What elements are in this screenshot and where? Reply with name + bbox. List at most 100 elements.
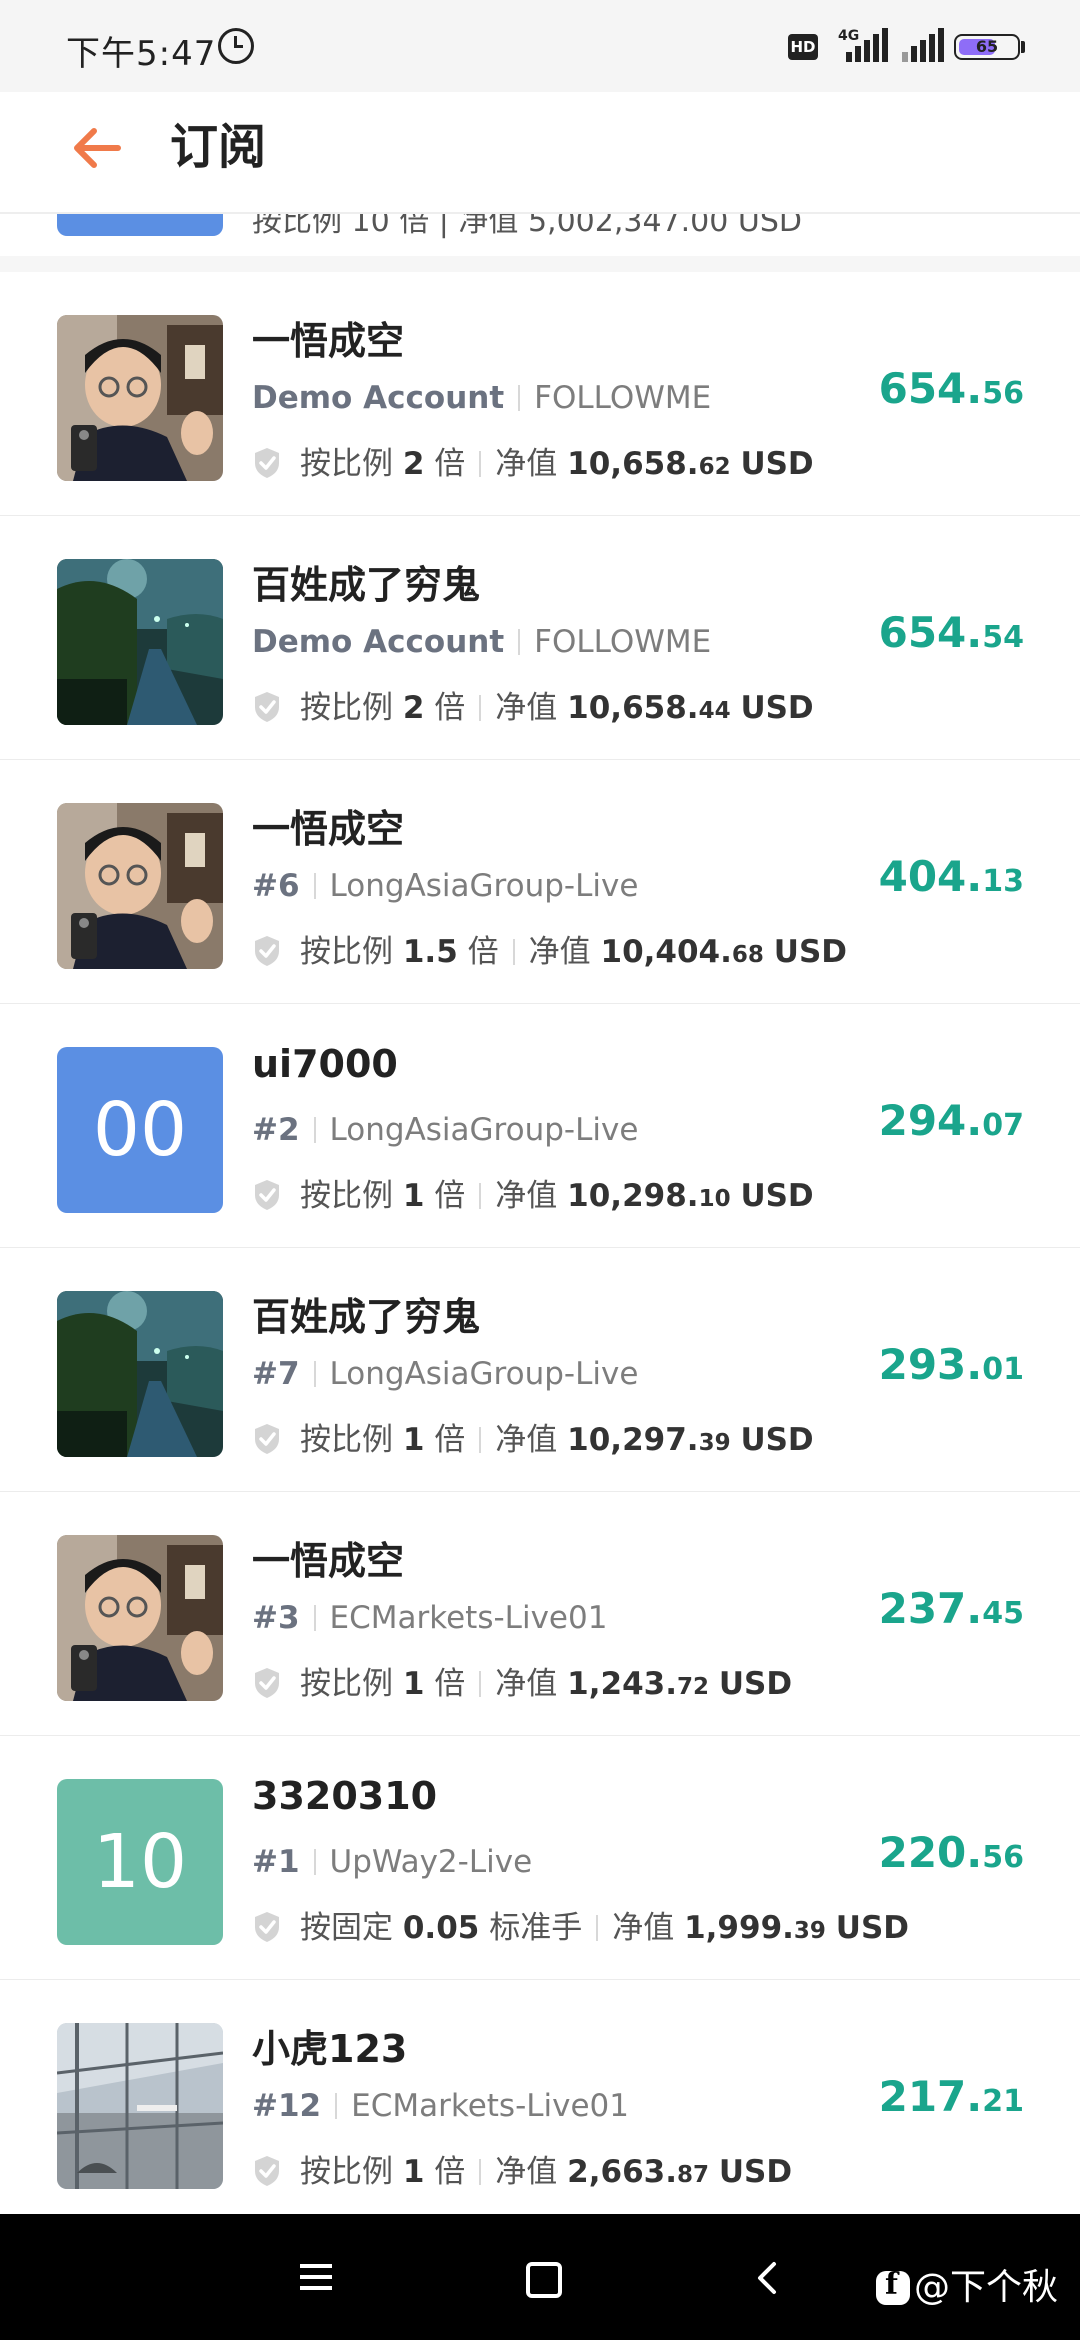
shield-check-icon [252, 690, 282, 724]
profit-integer: 654. [878, 364, 983, 413]
equity-label: 净值 [612, 1910, 675, 1946]
copy-unit: 倍 [434, 446, 466, 482]
trader-name: 一悟成空 [252, 1539, 405, 1583]
copy-settings: 按比例 2 倍净值 10,658.44 USD [252, 682, 814, 727]
profit-decimals: 01 [982, 1352, 1024, 1387]
separator [479, 2159, 482, 2185]
equity-label: 净值 [495, 446, 558, 482]
separator [313, 1605, 316, 1631]
trader-name: 小虎123 [252, 2027, 408, 2071]
trader-name: 百姓成了穷鬼 [252, 1295, 481, 1339]
profit-decimals: 21 [982, 2084, 1024, 2119]
menu-icon[interactable] [300, 2264, 332, 2290]
currency: USD [773, 934, 848, 970]
copy-mode: 按比例 [300, 1178, 393, 1214]
server-name: LongAsiaGroup-Live [329, 868, 639, 904]
battery-icon: 65 [954, 34, 1020, 60]
copy-ratio: 0.05 [402, 1910, 480, 1946]
list-item[interactable]: 一悟成空 #3 ECMarkets-Live01 按比例 1 倍净值 1,243.72… [0, 1492, 1080, 1736]
shield-check-icon [252, 1910, 282, 1944]
list-item[interactable]: 10 3320310 #1 UpWay2-Live 按固定 0.05 标准手 净值 1,9… [0, 1736, 1080, 1980]
equity-decimals: 39 [698, 1430, 731, 1456]
profit-decimals: 07 [982, 1108, 1024, 1143]
shield-check-icon [252, 1178, 282, 1212]
shield-check-icon [252, 934, 282, 968]
arrow-left-icon[interactable] [68, 118, 128, 178]
back-triangle-icon[interactable] [752, 2260, 784, 2296]
avatar [57, 214, 223, 236]
account-tag: #12 [252, 2088, 322, 2124]
copy-unit: 倍 [434, 2154, 466, 2190]
currency: USD [740, 446, 814, 482]
copy-settings: 按比例 2 倍净值 10,658.62 USD [252, 438, 814, 483]
list-item[interactable]: 一悟成空 Demo Account FOLLOWME 按比例 2 倍净值 10,658… [0, 272, 1080, 516]
profit-decimals: 56 [982, 376, 1024, 411]
copy-unit: 倍 [434, 1666, 466, 1702]
profit-decimals: 56 [982, 1840, 1024, 1875]
separator [313, 1849, 316, 1875]
server-name: FOLLOWME [534, 624, 712, 660]
copy-settings: 按固定 0.05 标准手 净值 1,999.39 USD [252, 1902, 909, 1947]
avatar-initials: 10 [92, 1819, 188, 1905]
account-info: #1 UpWay2-Live [252, 1844, 532, 1880]
list-item[interactable]: 百姓成了穷鬼 #7 LongAsiaGroup-Live 按比例 1 倍净值 10,2… [0, 1248, 1080, 1492]
copy-unit: 倍 [434, 1178, 466, 1214]
copy-unit: 标准手 [489, 1910, 583, 1946]
equity-decimals: 72 [677, 1674, 710, 1700]
copy-ratio: 1 [402, 2154, 425, 2190]
account-info: #6 LongAsiaGroup-Live [252, 868, 638, 904]
avatar [57, 1291, 223, 1457]
copy-mode: 按比例 [300, 2154, 393, 2190]
list-item[interactable]: 00 ui7000 #2 LongAsiaGroup-Live 按比例 1 倍净值 10… [0, 1004, 1080, 1248]
copy-ratio: 2 [402, 446, 425, 482]
equity-value: 1,999. [684, 1910, 794, 1946]
copy-settings: 按比例 1 倍净值 1,243.72 USD [252, 1658, 792, 1703]
system-nav-bar: @下个秋 [0, 2214, 1080, 2340]
copy-ratio: 1 [402, 1666, 425, 1702]
profit-value: 293.01 [879, 1340, 1024, 1389]
separator [512, 939, 515, 965]
equity-label: 净值 [495, 1666, 558, 1702]
list-item[interactable]: 小虎123 #12 ECMarkets-Live01 按比例 1 倍净值 2,663.… [0, 1980, 1080, 2214]
shield-check-icon [252, 446, 282, 480]
profit-decimals: 45 [982, 1596, 1024, 1631]
copy-mode: 按比例 [300, 690, 393, 726]
profit-integer: 654. [878, 608, 983, 657]
account-info: Demo Account FOLLOWME [252, 624, 711, 660]
account-tag: Demo Account [252, 624, 505, 660]
signal-icon-2 [898, 28, 950, 62]
list-item[interactable]: 一悟成空 #6 LongAsiaGroup-Live 按比例 1.5 倍净值 10,4… [0, 760, 1080, 1004]
trader-name: 百姓成了穷鬼 [252, 563, 481, 607]
avatar [57, 559, 223, 725]
server-name: UpWay2-Live [329, 1844, 533, 1880]
avatar [57, 315, 223, 481]
equity-value: 10,404. [600, 934, 732, 970]
currency: USD [740, 1422, 814, 1458]
profit-integer: 294. [878, 1096, 983, 1145]
list-item-partial[interactable]: 按比例 10 倍 | 净值 5,002,347.00 USD [0, 214, 1080, 257]
copy-settings: 按比例 1 倍净值 10,297.39 USD [252, 1414, 814, 1459]
profit-decimals: 13 [982, 864, 1024, 899]
separator [518, 629, 521, 655]
profit-value: 654.54 [879, 608, 1024, 657]
avatar [57, 2023, 223, 2189]
server-name: ECMarkets-Live01 [329, 1600, 608, 1636]
profit-integer: 404. [878, 852, 983, 901]
server-name: FOLLOWME [534, 380, 712, 416]
equity-value: 1,243. [567, 1666, 677, 1702]
watermark: @下个秋 [876, 2258, 1058, 2310]
equity-label: 净值 [528, 934, 591, 970]
copy-mode: 按比例 [300, 446, 393, 482]
trader-name: ui7000 [252, 1042, 398, 1086]
list-item[interactable]: 百姓成了穷鬼 Demo Account FOLLOWME 按比例 2 倍净值 10,6… [0, 516, 1080, 760]
account-info: Demo Account FOLLOWME [252, 380, 711, 416]
separator [596, 1915, 599, 1941]
currency: USD [835, 1910, 910, 1946]
copy-unit: 倍 [434, 690, 466, 726]
account-info: #12 ECMarkets-Live01 [252, 2088, 629, 2124]
separator [313, 1117, 316, 1143]
home-square-icon[interactable] [526, 2262, 562, 2298]
account-tag: #7 [252, 1356, 300, 1392]
currency: USD [718, 1666, 793, 1702]
equity-decimals: 68 [731, 942, 764, 968]
